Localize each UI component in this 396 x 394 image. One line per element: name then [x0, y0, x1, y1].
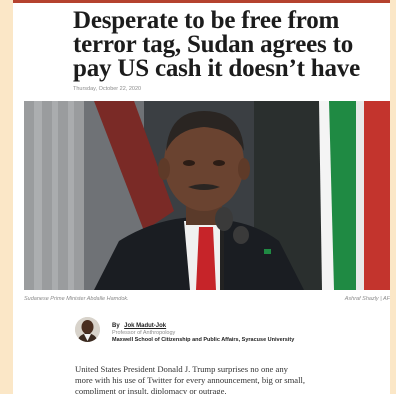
article-date: Thursday, October 22, 2020 — [73, 86, 142, 92]
article-body: United States President Donald J. Trump … — [75, 364, 375, 394]
hero-image-graphic — [24, 101, 390, 290]
photo-caption: Sudanese Prime Minister Abdalle Hamdok. — [24, 296, 129, 302]
page-left-margin — [0, 0, 13, 394]
article-body-line: compliment or insult, diplomacy or outra… — [75, 386, 227, 394]
article-hero-image[interactable] — [24, 101, 390, 290]
page-right-margin — [390, 0, 396, 394]
author-title: Professor of Anthropology — [112, 330, 176, 336]
author-name-line: By Jok Madut-Jok — [112, 319, 294, 330]
article-container: Desperate to be free from terror tag, Su… — [13, 3, 390, 394]
author-byline: By Jok Madut-Jok Professor of Anthropolo… — [112, 319, 294, 344]
author-avatar[interactable] — [75, 317, 100, 342]
article-headline: Desperate to be free from terror tag, Su… — [73, 7, 360, 82]
photo-credit: Ashraf Shazly | AF — [344, 296, 390, 302]
article-body-line: United States President Donald J. Trump … — [75, 364, 288, 374]
author-name-link[interactable]: Jok Madut-Jok — [124, 323, 166, 329]
author-affiliation: Maxwell School of Citizenship and Public… — [112, 337, 295, 343]
byline-prefix: By — [112, 323, 120, 329]
article-body-line: more with his use of Twitter for every a… — [75, 375, 306, 385]
author-avatar-image — [75, 317, 100, 342]
